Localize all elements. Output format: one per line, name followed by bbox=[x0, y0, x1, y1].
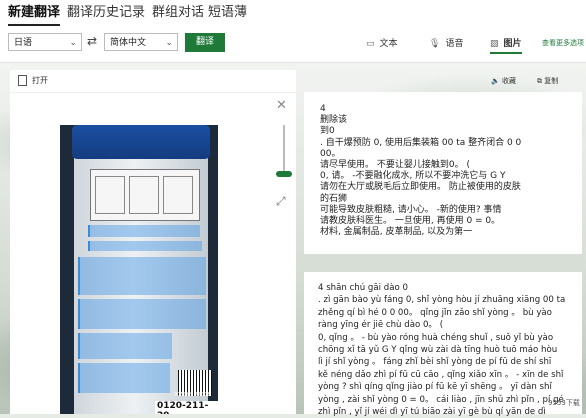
result-actions: 🔈 收藏 ⧉ 复制 bbox=[487, 72, 586, 90]
mode-image-label: 图片 bbox=[503, 39, 522, 49]
chevron-down-icon: ⌄ bbox=[165, 38, 173, 48]
target-language-select[interactable]: 简体中文 ⌄ bbox=[104, 33, 178, 51]
toolbar: 日语 ⌄ ⇄ 简体中文 ⌄ 翻译 ▭ 文本 🎙 语音 ▨ 图片 查看更多选项 bbox=[0, 30, 586, 63]
target-language-value: 简体中文 bbox=[110, 38, 147, 48]
instruction-pictograms bbox=[90, 169, 200, 221]
source-language-value: 日语 bbox=[14, 38, 33, 48]
tab-new-translation[interactable]: 新建翻译 bbox=[8, 4, 60, 22]
copy-icon: ⧉ bbox=[537, 77, 542, 85]
file-icon bbox=[18, 75, 27, 86]
ocr-text-region bbox=[78, 333, 172, 359]
swap-languages-icon[interactable]: ⇄ bbox=[87, 34, 97, 48]
ocr-text-region bbox=[88, 241, 202, 251]
pinyin-text: 4 shān chú gāi dào 0 . zì gān bào yù fán… bbox=[318, 283, 566, 418]
mode-voice-label: 语音 bbox=[445, 39, 464, 49]
zoom-slider-track[interactable] bbox=[283, 125, 285, 175]
copy-button[interactable]: ⧉ 复制 bbox=[537, 76, 558, 86]
translate-button[interactable]: 翻译 bbox=[185, 33, 225, 52]
sound-icon: 🔈 bbox=[491, 77, 500, 85]
copy-label: 复制 bbox=[544, 77, 559, 85]
collect-label: 收藏 bbox=[501, 77, 516, 85]
top-navigation: 新建翻译 翻译历史记录 群组对话 短语薄 bbox=[0, 0, 586, 30]
expand-icon[interactable]: ⤢ bbox=[276, 194, 286, 209]
open-file-bar[interactable]: 打开 bbox=[10, 70, 296, 93]
microphone-icon: 🎙 bbox=[429, 39, 441, 49]
ocr-text-region bbox=[78, 257, 206, 295]
ocr-text-region bbox=[78, 363, 170, 393]
mode-image[interactable]: ▨ 图片 bbox=[490, 36, 522, 54]
product-photo: 905009 74508 0120-211-29 bbox=[60, 125, 218, 414]
tab-group-chat[interactable]: 群组对话 bbox=[152, 4, 204, 22]
photo-phone-number: 0120-211-29 bbox=[155, 401, 218, 414]
translation-text: 4 删除该 到0 . 自干爆预防 0, 使用后集装箱 00 ta 整齐闭合 0 … bbox=[320, 104, 522, 238]
chevron-down-icon: ⌄ bbox=[69, 38, 77, 48]
watermark: 9553下载 bbox=[548, 399, 580, 407]
active-tab-underline bbox=[8, 24, 60, 26]
translation-output-panel: 4 删除该 到0 . 自干爆预防 0, 使用后集装箱 00 ta 整齐闭合 0 … bbox=[304, 92, 582, 254]
collect-button[interactable]: 🔈 收藏 bbox=[491, 76, 516, 86]
pinyin-output-panel: 4 shān chú gāi dào 0 . zì gān bào yù fán… bbox=[304, 272, 582, 417]
more-options-link[interactable]: 查看更多选项 bbox=[542, 38, 584, 48]
close-icon[interactable]: ✕ bbox=[276, 98, 287, 113]
mode-voice[interactable]: 🎙 语音 bbox=[429, 36, 463, 49]
mode-text-label: 文本 bbox=[379, 39, 398, 49]
tab-phrasebook[interactable]: 短语薄 bbox=[208, 4, 247, 22]
image-icon: ▨ bbox=[490, 39, 499, 49]
open-label: 打开 bbox=[32, 76, 48, 85]
barcode-number: 905009 74508 bbox=[174, 392, 211, 398]
zoom-slider-handle[interactable] bbox=[276, 171, 292, 177]
tab-translation-history[interactable]: 翻译历史记录 bbox=[67, 4, 145, 22]
source-language-select[interactable]: 日语 ⌄ bbox=[8, 33, 82, 51]
ocr-text-region bbox=[78, 299, 206, 329]
mode-text[interactable]: ▭ 文本 bbox=[366, 36, 398, 49]
ocr-text-region bbox=[88, 225, 200, 237]
image-panel: 打开 ✕ ⤢ 905009 74508 0120-211-29 bbox=[10, 70, 296, 414]
keyboard-icon: ▭ bbox=[366, 39, 375, 49]
bottle-cap bbox=[72, 125, 210, 159]
